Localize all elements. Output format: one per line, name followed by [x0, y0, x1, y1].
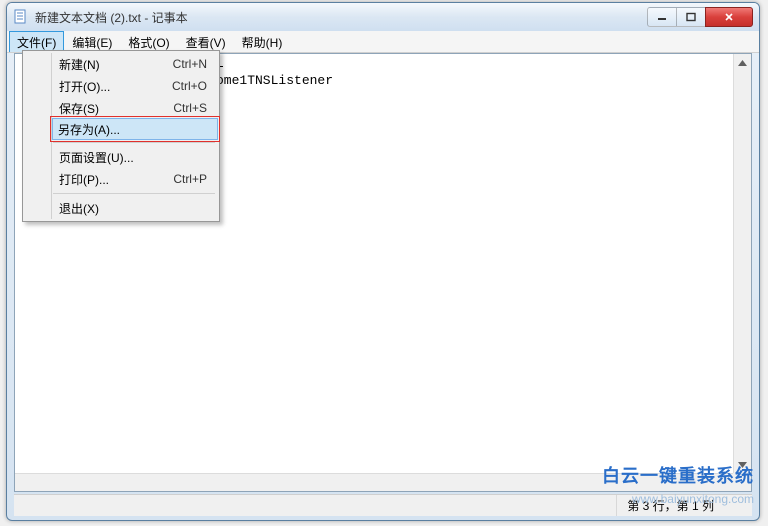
notepad-icon [13, 9, 29, 25]
menu-item-label: 保存(S) [59, 100, 99, 117]
menu-item-open[interactable]: 打开(O)... Ctrl+O [53, 75, 217, 97]
maximize-button[interactable] [676, 7, 706, 27]
menu-item-label: 页面设置(U)... [59, 149, 134, 166]
minimize-button[interactable] [647, 7, 677, 27]
menu-item-save[interactable]: 保存(S) Ctrl+S [53, 97, 217, 119]
watermark-url: www.baiyunxitong.com [632, 492, 754, 506]
menu-format[interactable]: 格式(O) [120, 31, 177, 52]
menu-item-label: 新建(N) [59, 56, 100, 73]
menu-item-label: 打开(O)... [59, 78, 110, 95]
menu-item-shortcut: Ctrl+S [173, 101, 207, 115]
menu-file[interactable]: 文件(F) [9, 31, 64, 52]
menu-item-new[interactable]: 新建(N) Ctrl+N [53, 53, 217, 75]
menu-item-label: 另存为(A)... [58, 121, 120, 138]
menu-separator [53, 142, 215, 143]
menu-separator [53, 193, 215, 194]
menu-help[interactable]: 帮助(H) [234, 31, 291, 52]
close-button[interactable] [705, 7, 753, 27]
menu-view[interactable]: 查看(V) [178, 31, 234, 52]
menu-item-page-setup[interactable]: 页面设置(U)... [53, 146, 217, 168]
menu-item-print[interactable]: 打印(P)... Ctrl+P [53, 168, 217, 190]
menu-item-shortcut: Ctrl+P [173, 172, 207, 186]
titlebar[interactable]: 新建文本文档 (2).txt - 记事本 [7, 3, 759, 31]
window-controls [648, 7, 753, 27]
menu-edit[interactable]: 编辑(E) [64, 31, 120, 52]
menu-item-label: 退出(X) [59, 200, 99, 217]
window-title: 新建文本文档 (2).txt - 记事本 [35, 9, 648, 26]
menu-item-shortcut: Ctrl+N [173, 57, 207, 71]
menu-item-label: 打印(P)... [59, 171, 109, 188]
menu-item-shortcut: Ctrl+O [172, 79, 207, 93]
vertical-scrollbar[interactable] [733, 54, 751, 473]
file-menu-dropdown: 新建(N) Ctrl+N 打开(O)... Ctrl+O 保存(S) Ctrl+… [22, 50, 220, 222]
watermark-brand: 白云一键重装系统 [602, 462, 754, 488]
chevron-up-icon[interactable] [734, 54, 751, 71]
menu-item-exit[interactable]: 退出(X) [53, 197, 217, 219]
menu-item-save-as[interactable]: 另存为(A)... [52, 118, 218, 140]
